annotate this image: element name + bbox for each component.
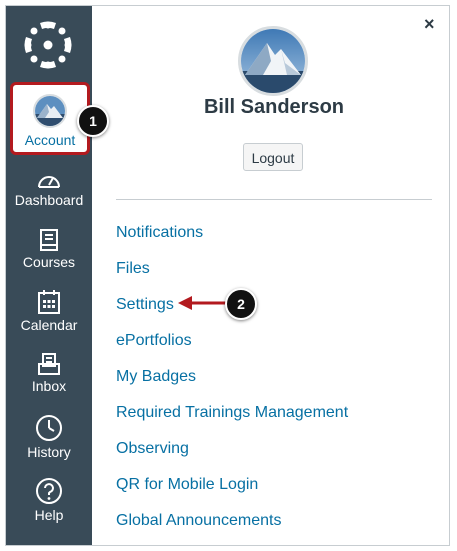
- link-files[interactable]: Files: [116, 260, 150, 278]
- link-notifications[interactable]: Notifications: [116, 224, 203, 242]
- link-required-trainings-management[interactable]: Required Trainings Management: [116, 404, 348, 422]
- account-tray-frame: Account Dashboard Courses Calendar Inbox…: [5, 5, 450, 546]
- close-icon[interactable]: ×: [424, 14, 435, 35]
- logout-button[interactable]: Logout: [243, 143, 303, 171]
- dashboard-icon: [38, 176, 60, 188]
- callout-2-badge: 2: [225, 288, 257, 320]
- user-avatar: [238, 26, 308, 96]
- history-icon: [36, 415, 62, 441]
- help-icon: [36, 478, 62, 504]
- nav-item-help[interactable]: Help: [6, 477, 92, 523]
- nav-label-inbox: Inbox: [31, 378, 67, 394]
- nav-account-label: Account: [24, 132, 76, 148]
- nav-item-history[interactable]: History: [6, 414, 92, 460]
- nav-item-calendar[interactable]: Calendar: [6, 289, 92, 333]
- nav-label-calendar: Calendar: [20, 317, 78, 333]
- user-name: Bill Sanderson: [203, 96, 345, 118]
- link-qr-mobile-login[interactable]: QR for Mobile Login: [116, 476, 258, 494]
- callout-1-badge: 1: [77, 105, 109, 137]
- link-my-badges[interactable]: My Badges: [116, 368, 196, 386]
- nav-item-inbox[interactable]: Inbox: [6, 352, 92, 394]
- nav-label-courses: Courses: [22, 254, 76, 270]
- inbox-icon: [38, 353, 60, 375]
- link-global-announcements[interactable]: Global Announcements: [116, 512, 281, 530]
- global-navigation: Account Dashboard Courses Calendar Inbox…: [6, 6, 92, 545]
- link-eportfolios[interactable]: ePortfolios: [116, 332, 192, 350]
- calendar-icon: [38, 290, 60, 314]
- courses-icon: [40, 229, 58, 251]
- link-observing[interactable]: Observing: [116, 440, 189, 458]
- arrow-left-icon: [178, 296, 230, 310]
- link-settings[interactable]: Settings: [116, 296, 174, 314]
- nav-label-help: Help: [34, 507, 64, 523]
- divider: [116, 199, 432, 200]
- nav-item-dashboard[interactable]: Dashboard: [6, 170, 92, 208]
- nav-item-courses[interactable]: Courses: [6, 228, 92, 270]
- nav-label-dashboard: Dashboard: [14, 192, 84, 208]
- canvas-logo-icon[interactable]: [20, 17, 76, 73]
- nav-label-history: History: [27, 444, 71, 460]
- account-avatar: [33, 94, 67, 128]
